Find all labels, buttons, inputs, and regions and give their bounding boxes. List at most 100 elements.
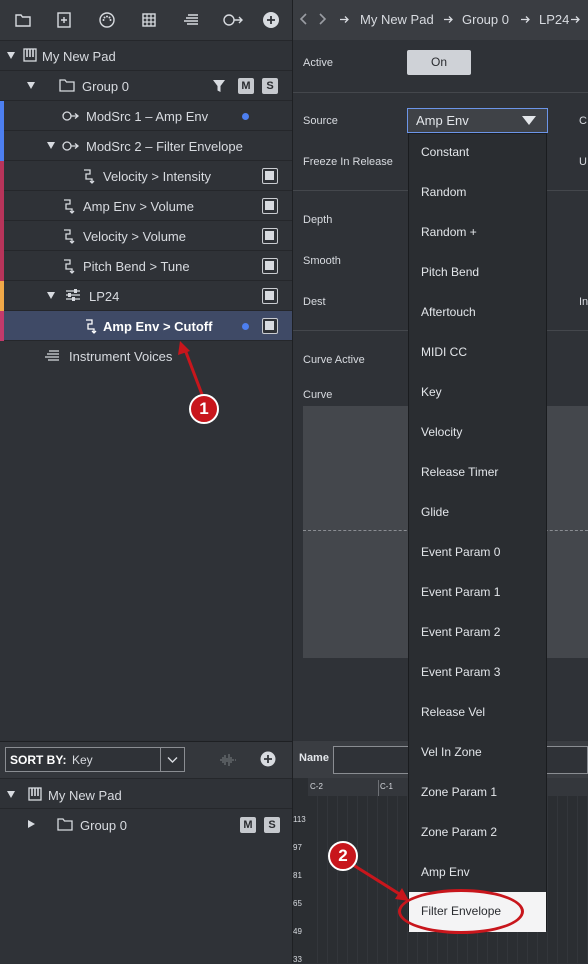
- modulation-icon: [62, 258, 76, 274]
- velocity-label: 97: [293, 843, 302, 852]
- voices-icon[interactable]: [182, 11, 202, 31]
- collapse-triangle-icon[interactable]: [7, 791, 15, 798]
- dropdown-option[interactable]: Amp Env: [409, 853, 546, 893]
- dropdown-option[interactable]: Event Param 3: [409, 653, 546, 693]
- breadcrumb-arrow-icon: [443, 14, 454, 25]
- enable-checkbox[interactable]: [262, 168, 278, 184]
- folder-icon[interactable]: [14, 11, 34, 31]
- mod-source-icon: [62, 139, 80, 153]
- source-select-value: Amp Env: [416, 113, 469, 128]
- tree-panel: My New Pad Group 0 M S ModSrc 1 – Amp En…: [0, 0, 292, 740]
- tree-toolbar: [0, 0, 292, 41]
- waveform-icon[interactable]: [219, 753, 237, 767]
- dropdown-option[interactable]: Glide: [409, 493, 546, 533]
- annotation-highlight-ellipse: [398, 889, 524, 934]
- source-select[interactable]: Amp Env: [407, 108, 548, 133]
- tree-row-label: Amp Env > Volume: [83, 199, 194, 214]
- active-dot-icon: [242, 323, 249, 330]
- collapse-triangle-icon[interactable]: [47, 292, 55, 299]
- tree-modsrc-row[interactable]: ModSrc 1 – Amp Env: [0, 101, 292, 131]
- browser-panel: SORT BY: Key My New Pad Group 0 M S: [0, 741, 292, 963]
- truncated-label: C: [579, 115, 587, 127]
- grid-icon[interactable]: [140, 11, 160, 31]
- filter-icon[interactable]: [212, 79, 226, 93]
- dropdown-option[interactable]: Release Timer: [409, 453, 546, 493]
- add-icon[interactable]: [260, 751, 276, 767]
- modulation-icon: [62, 198, 76, 214]
- tree-group-row[interactable]: Group 0 M S: [0, 71, 292, 101]
- collapse-triangle-icon[interactable]: [7, 52, 15, 59]
- enable-checkbox[interactable]: [262, 258, 278, 274]
- dropdown-option[interactable]: MIDI CC: [409, 333, 546, 373]
- truncated-label: U: [579, 156, 587, 168]
- octave-label: C-2: [310, 782, 323, 791]
- enable-checkbox[interactable]: [262, 318, 278, 334]
- velocity-label: 65: [293, 899, 302, 908]
- tree-mod-row[interactable]: Velocity > Volume: [0, 221, 292, 251]
- dropdown-option[interactable]: Release Vel: [409, 693, 546, 733]
- curve-label: Curve: [303, 389, 333, 401]
- breadcrumb-item[interactable]: Group 0: [462, 12, 509, 27]
- back-chevron-icon[interactable]: [299, 12, 309, 26]
- tree-row-label: ModSrc 1 – Amp Env: [86, 109, 209, 124]
- browser-root-row[interactable]: My New Pad: [0, 779, 292, 809]
- forward-chevron-icon[interactable]: [317, 12, 327, 26]
- dropdown-option[interactable]: Aftertouch: [409, 293, 546, 333]
- add-instrument-icon[interactable]: [55, 11, 75, 31]
- browser-root-label: My New Pad: [48, 788, 122, 803]
- dropdown-option[interactable]: Constant: [409, 133, 546, 173]
- browser-group-row[interactable]: Group 0 M S: [0, 809, 292, 839]
- enable-checkbox[interactable]: [262, 228, 278, 244]
- dropdown-option[interactable]: Event Param 2: [409, 613, 546, 653]
- color-stripe: [0, 251, 4, 281]
- sort-by-select[interactable]: SORT BY: Key: [5, 747, 185, 772]
- tree-row-label: ModSrc 2 – Filter Envelope: [86, 139, 243, 154]
- enable-checkbox[interactable]: [262, 198, 278, 214]
- voices-icon: [44, 350, 60, 362]
- dropdown-option[interactable]: Vel In Zone: [409, 733, 546, 773]
- section-divider: [293, 92, 588, 93]
- breadcrumb-item[interactable]: LP24: [539, 12, 569, 27]
- name-label: Name: [299, 752, 329, 764]
- enable-checkbox[interactable]: [262, 288, 278, 304]
- expand-triangle-icon[interactable]: [28, 820, 35, 828]
- tree-row-label: Velocity > Intensity: [103, 169, 212, 184]
- piano-icon: [23, 48, 37, 62]
- dropdown-option[interactable]: Random +: [409, 213, 546, 253]
- solo-badge[interactable]: S: [262, 78, 278, 94]
- dropdown-arrow-icon: [522, 116, 536, 125]
- mute-badge[interactable]: M: [238, 78, 254, 94]
- dropdown-option[interactable]: Zone Param 1: [409, 773, 546, 813]
- dropdown-option[interactable]: Key: [409, 373, 546, 413]
- dropdown-option[interactable]: Pitch Bend: [409, 253, 546, 293]
- collapse-triangle-icon[interactable]: [27, 82, 35, 89]
- dropdown-option[interactable]: Event Param 1: [409, 573, 546, 613]
- sort-by-value: Key: [72, 753, 93, 767]
- breadcrumb-arrow-icon: [520, 14, 531, 25]
- dropdown-option[interactable]: Velocity: [409, 413, 546, 453]
- sort-by-label: SORT BY:: [10, 753, 67, 767]
- active-toggle[interactable]: On: [407, 50, 471, 75]
- select-divider: [160, 748, 161, 771]
- tree-mod-row[interactable]: Velocity > Intensity: [0, 161, 292, 191]
- add-icon[interactable]: [262, 11, 282, 31]
- mute-badge[interactable]: M: [240, 817, 256, 833]
- tree-mod-row-selected[interactable]: Amp Env > Cutoff: [0, 311, 292, 341]
- tree-filter-row[interactable]: LP24: [0, 281, 292, 311]
- tree-mod-row[interactable]: Pitch Bend > Tune: [0, 251, 292, 281]
- tree-root-row[interactable]: My New Pad: [0, 41, 292, 71]
- tree-mod-row[interactable]: Amp Env > Volume: [0, 191, 292, 221]
- collapse-triangle-icon[interactable]: [47, 142, 55, 149]
- dropdown-option[interactable]: Zone Param 2: [409, 813, 546, 853]
- dropdown-option[interactable]: Random: [409, 173, 546, 213]
- dropdown-option[interactable]: Event Param 0: [409, 533, 546, 573]
- mod-source-icon[interactable]: [222, 11, 243, 31]
- midi-icon[interactable]: [98, 11, 118, 31]
- solo-badge[interactable]: S: [264, 817, 280, 833]
- piano-icon: [28, 787, 42, 801]
- tree-modsrc-row[interactable]: ModSrc 2 – Filter Envelope: [0, 131, 292, 161]
- color-stripe: [0, 101, 4, 131]
- tree-voices-row[interactable]: Instrument Voices: [0, 341, 292, 371]
- tree-group-label: Group 0: [82, 79, 129, 94]
- breadcrumb-item[interactable]: My New Pad: [360, 12, 434, 27]
